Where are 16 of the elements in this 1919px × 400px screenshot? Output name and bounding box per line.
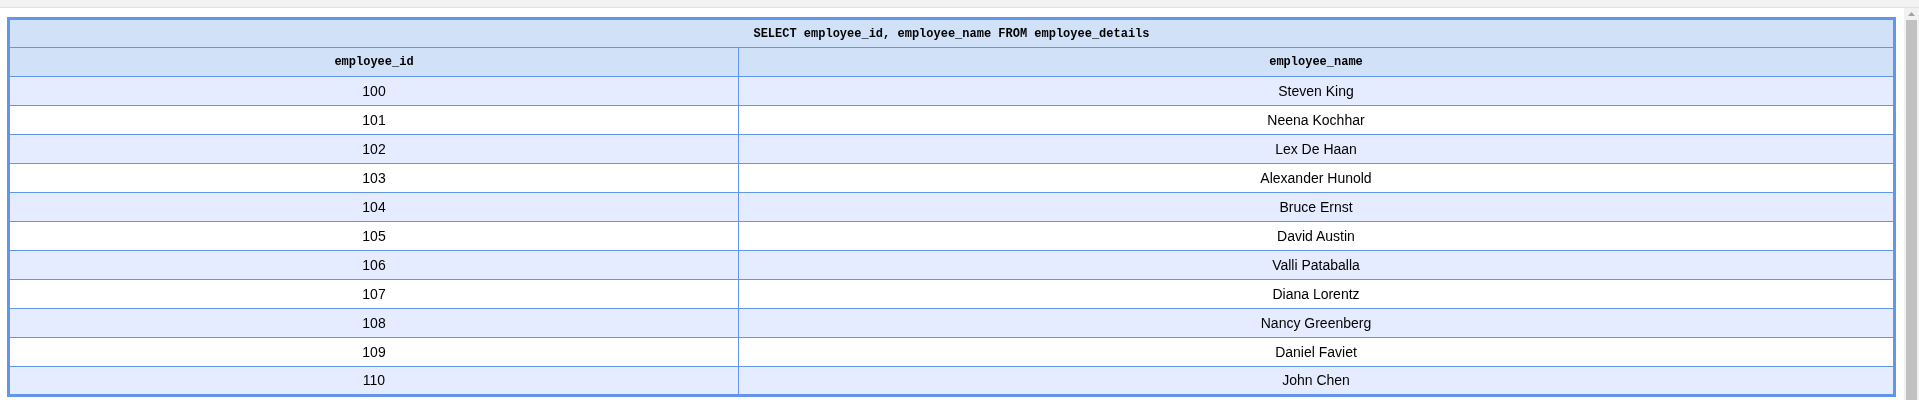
column-header: employee_name [738,47,1895,77]
table-cell: 100 [8,76,739,106]
scrollbar[interactable] [1904,8,1919,400]
table-cell: 101 [8,105,739,135]
table-cell: 109 [8,337,739,367]
table-cell: 104 [8,192,739,222]
table-cell: 106 [8,250,739,280]
table-cell: 103 [8,163,739,193]
table-cell: 108 [8,308,739,338]
table-cell: 105 [8,221,739,251]
query-caption: SELECT employee_id, employee_name FROM employee_details [8,18,1895,48]
table-cell: 107 [8,279,739,309]
table-cell: 102 [8,134,739,164]
column-header: employee_id [8,47,739,77]
scroll-up-icon[interactable] [1908,12,1915,16]
scrollbar-thumb[interactable] [1906,20,1917,400]
